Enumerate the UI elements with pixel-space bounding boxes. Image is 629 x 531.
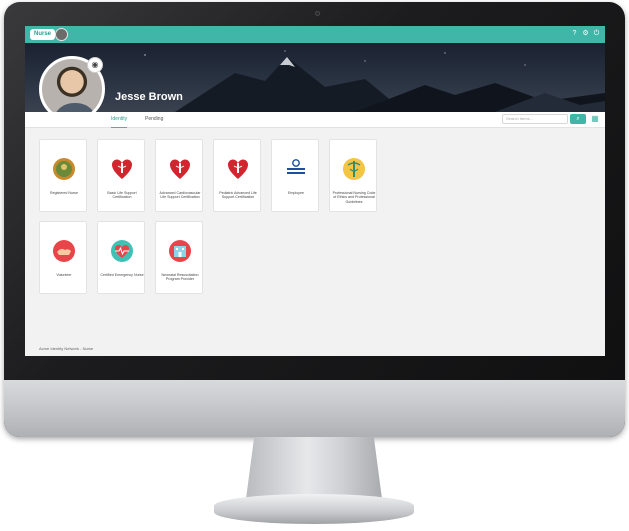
credential-card[interactable]: Employee — [271, 139, 319, 212]
webcam — [315, 11, 320, 16]
volunteer-hands-icon — [53, 240, 75, 262]
aha-heart-icon — [228, 159, 248, 179]
university-health-system-icon — [287, 159, 305, 174]
tab-identity[interactable]: Identity — [111, 116, 128, 128]
monitor-chin — [4, 380, 625, 437]
aha-heart-icon — [112, 159, 132, 179]
credential-card[interactable]: Pediatric Advanced Life Support Certific… — [213, 139, 261, 212]
credential-card[interactable]: Volunteer — [39, 221, 87, 294]
card-label: Neonatal Resuscitation Program Provider — [161, 273, 199, 282]
card-label: Pediatric Advanced Life Support Certific… — [219, 191, 257, 200]
heartbeat-icon — [111, 240, 133, 262]
credential-card[interactable]: Basic Life Support Certification — [97, 139, 145, 212]
credential-card[interactable]: Professional Nursing Code of Ethics and … — [329, 139, 377, 212]
aha-heart-icon — [170, 159, 190, 179]
profile-name: Jesse Brown — [115, 91, 183, 103]
footer-text: Acme Identity Network - Nurse — [39, 346, 94, 351]
credential-card[interactable]: Advanced Cardiovascular Life Support Cer… — [155, 139, 203, 212]
profile-banner — [25, 43, 605, 112]
brand-logo[interactable]: Nurse — [30, 29, 56, 40]
credential-card[interactable]: Neonatal Resuscitation Program Provider — [155, 221, 203, 294]
hospital-icon — [169, 240, 191, 262]
top-navigation-bar: Nurse ? ⚙ ⏻ — [25, 26, 605, 43]
card-label: Certified Emergency Nurse — [100, 273, 144, 277]
search-input[interactable]: Search Items... — [502, 114, 568, 124]
camera-icon[interactable]: ◉ — [87, 57, 103, 73]
card-label: Registered Nurse — [50, 191, 78, 195]
mountain-background — [144, 50, 605, 112]
card-label: Professional Nursing Code of Ethics and … — [332, 191, 376, 204]
state-seal-icon — [53, 158, 75, 180]
monitor-base — [214, 494, 414, 524]
monitor-stand — [246, 437, 382, 499]
search-icon[interactable]: ⌕ — [570, 114, 586, 124]
card-label: Volunteer — [56, 273, 72, 277]
tab-pending[interactable]: Pending — [145, 116, 163, 128]
card-label: Basic Life Support Certification — [107, 191, 137, 200]
app-screen: Nurse ? ⚙ ⏻ ◉ Jesse Brown Identity Pendi… — [25, 26, 605, 356]
user-avatar[interactable] — [55, 28, 68, 41]
credentials-grid: Registered Nurse Basic Life Support Cert… — [25, 128, 605, 356]
settings-icon[interactable]: ⚙ — [581, 29, 590, 38]
card-label: Employee — [288, 191, 304, 195]
credential-card[interactable]: Certified Emergency Nurse — [97, 221, 145, 294]
tab-bar: Identity Pending Search Items... ⌕ ▦ — [25, 112, 605, 128]
power-icon[interactable]: ⏻ — [592, 29, 601, 38]
grid-view-icon[interactable]: ▦ — [590, 114, 600, 124]
credential-card[interactable]: Registered Nurse — [39, 139, 87, 212]
nursing-caduceus-icon — [343, 158, 365, 180]
card-label: Advanced Cardiovascular Life Support Cer… — [159, 191, 201, 200]
help-icon[interactable]: ? — [570, 29, 579, 38]
